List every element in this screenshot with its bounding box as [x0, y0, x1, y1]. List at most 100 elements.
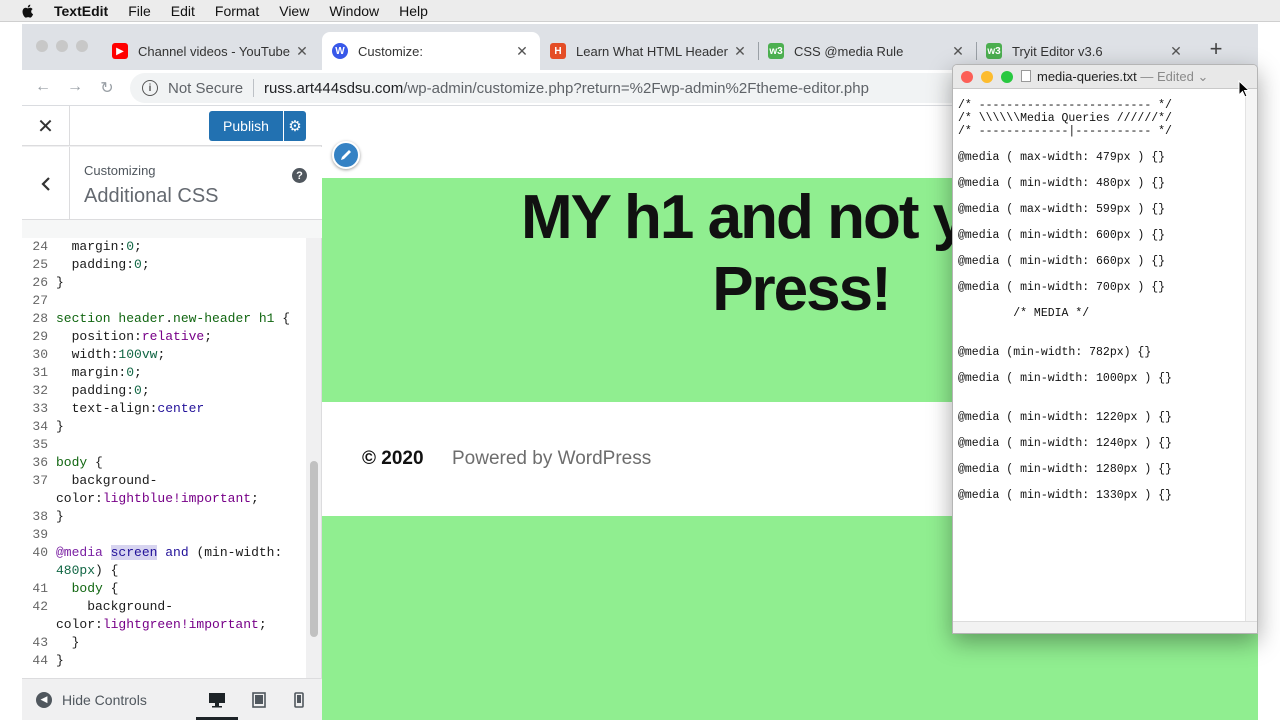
code-line[interactable]: 26} — [22, 274, 306, 292]
code-line[interactable]: 36 body { — [22, 454, 306, 472]
close-window-icon[interactable] — [36, 40, 48, 52]
code-line[interactable]: 37 background- — [22, 472, 306, 490]
tab-customize[interactable]: W Customize: ✕ — [322, 32, 540, 70]
code-text: body { — [71, 581, 119, 596]
document-text-area[interactable]: /* ------------------------- */ /* \\\\\… — [953, 89, 1245, 619]
code-text: background- — [56, 599, 174, 614]
document-icon — [1021, 70, 1031, 82]
code-line[interactable]: 39 — [22, 526, 306, 544]
code-text: body { — [56, 455, 103, 470]
menu-help[interactable]: Help — [399, 3, 428, 19]
code-line[interactable]: 41 body { — [22, 580, 306, 598]
menu-app-name[interactable]: TextEdit — [54, 3, 108, 19]
apple-icon[interactable] — [20, 3, 36, 19]
window-controls — [36, 40, 88, 52]
hide-controls-icon[interactable]: ◀ — [36, 691, 52, 708]
css-code-editor[interactable]: 24 margin:0; 25 padding:0; 26} 27 28 section … — [22, 238, 306, 678]
code-line[interactable]: 40 @media screen and (min-width: — [22, 544, 306, 562]
line-number: 27 — [32, 293, 48, 308]
hide-controls-label[interactable]: Hide Controls — [62, 692, 147, 708]
minimize-window-icon[interactable] — [56, 40, 68, 52]
code-scrollbar[interactable] — [310, 461, 318, 637]
code-text: color:lightblue!important; — [56, 491, 259, 506]
code-text: } — [56, 419, 64, 434]
tab-close-icon[interactable]: ✕ — [732, 43, 748, 60]
code-line[interactable]: 43 } — [22, 634, 306, 652]
url-field[interactable]: i Not Secure russ.art444sdsu.com /wp-adm… — [130, 73, 1090, 103]
customizer-footer: ◀ Hide Controls — [22, 678, 322, 720]
info-icon[interactable]: i — [142, 80, 158, 96]
code-text: padding:0; — [56, 383, 150, 398]
mouse-cursor-icon — [1238, 80, 1250, 98]
code-line[interactable]: color:lightblue!important; — [22, 490, 306, 508]
powered-by-link[interactable]: Powered by WordPress — [452, 448, 651, 470]
forward-arrow-icon[interactable]: → — [64, 78, 86, 96]
code-line[interactable]: 32 padding:0; — [22, 382, 306, 400]
code-line[interactable]: 33 text-align:center — [22, 400, 306, 418]
line-number: 25 — [32, 257, 48, 272]
line-number: 28 — [32, 311, 48, 326]
code-text: section header.new-header h1 { — [56, 311, 291, 326]
tablet-preview-icon[interactable] — [248, 689, 270, 711]
code-line[interactable]: 31 margin:0; — [22, 364, 306, 382]
code-line[interactable]: 38} — [22, 508, 306, 526]
code-text: color:lightgreen!important; — [56, 617, 267, 632]
pencil-icon[interactable] — [332, 141, 360, 169]
back-arrow-icon[interactable]: ← — [32, 78, 54, 96]
chevron-down-icon[interactable]: ⌄ — [1197, 69, 1208, 84]
code-text: } — [56, 635, 80, 650]
code-line[interactable]: 29 position:relative; — [22, 328, 306, 346]
code-line[interactable]: color:lightgreen!important; — [22, 616, 306, 634]
code-editor-gutter-top — [22, 220, 322, 238]
code-line[interactable]: 25 padding:0; — [22, 256, 306, 274]
menu-view[interactable]: View — [279, 3, 309, 19]
code-text: width:100vw; — [56, 347, 166, 362]
gear-icon[interactable]: ⚙ — [284, 111, 306, 141]
code-text: text-align:center — [56, 401, 205, 416]
code-text: } — [56, 653, 64, 668]
close-window-icon[interactable] — [961, 71, 973, 83]
close-customizer-icon[interactable]: ✕ — [22, 106, 70, 146]
code-text: padding:0; — [56, 257, 150, 272]
tab-youtube[interactable]: ▶ Channel videos - YouTube S ✕ — [102, 32, 320, 70]
chevron-left-icon[interactable] — [22, 147, 70, 220]
code-text: position:relative; — [56, 329, 213, 344]
code-line[interactable]: 42 background- — [22, 598, 306, 616]
publish-button[interactable]: Publish — [209, 111, 283, 141]
line-number: 41 — [32, 581, 48, 596]
tab-close-icon[interactable]: ✕ — [294, 43, 310, 60]
textedit-scrollbar[interactable] — [1245, 89, 1257, 621]
code-line[interactable]: 35 — [22, 436, 306, 454]
menu-format[interactable]: Format — [215, 3, 259, 19]
code-line[interactable]: 480px) { — [22, 562, 306, 580]
code-line[interactable]: 28 section header.new-header h1 { — [22, 310, 306, 328]
tab-css-media[interactable]: w3 CSS @media Rule ✕ — [758, 32, 976, 70]
url-path: /wp-admin/customize.php?return=%2Fwp-adm… — [403, 79, 869, 97]
url-host: russ.art444sdsu.com — [264, 79, 404, 97]
menu-edit[interactable]: Edit — [171, 3, 195, 19]
new-tab-icon[interactable]: + — [1206, 36, 1226, 62]
code-line[interactable]: 44} — [22, 652, 306, 670]
code-line[interactable]: 30 width:100vw; — [22, 346, 306, 364]
desktop-preview-icon[interactable] — [206, 689, 228, 711]
menu-file[interactable]: File — [128, 3, 151, 19]
minimize-window-icon[interactable] — [981, 71, 993, 83]
code-line[interactable]: 27 — [22, 292, 306, 310]
tab-close-icon[interactable]: ✕ — [1168, 43, 1184, 60]
tab-close-icon[interactable]: ✕ — [514, 43, 530, 60]
zoom-window-icon[interactable] — [76, 40, 88, 52]
line-number — [22, 490, 48, 508]
tab-html-header[interactable]: H Learn What HTML Header E ✕ — [540, 32, 758, 70]
mobile-preview-icon[interactable] — [288, 689, 310, 711]
edited-status: — Edited — [1140, 69, 1194, 84]
menu-window[interactable]: Window — [329, 3, 379, 19]
code-line[interactable]: 24 margin:0; — [22, 238, 306, 256]
zoom-window-icon[interactable] — [1001, 71, 1013, 83]
document-title[interactable]: media-queries.txt — Edited ⌄ — [1021, 69, 1208, 85]
reload-icon[interactable]: ↻ — [96, 78, 118, 98]
tab-close-icon[interactable]: ✕ — [950, 43, 966, 60]
code-line[interactable]: 34} — [22, 418, 306, 436]
textedit-titlebar[interactable]: media-queries.txt — Edited ⌄ — [953, 65, 1257, 89]
help-icon[interactable]: ? — [292, 168, 307, 183]
